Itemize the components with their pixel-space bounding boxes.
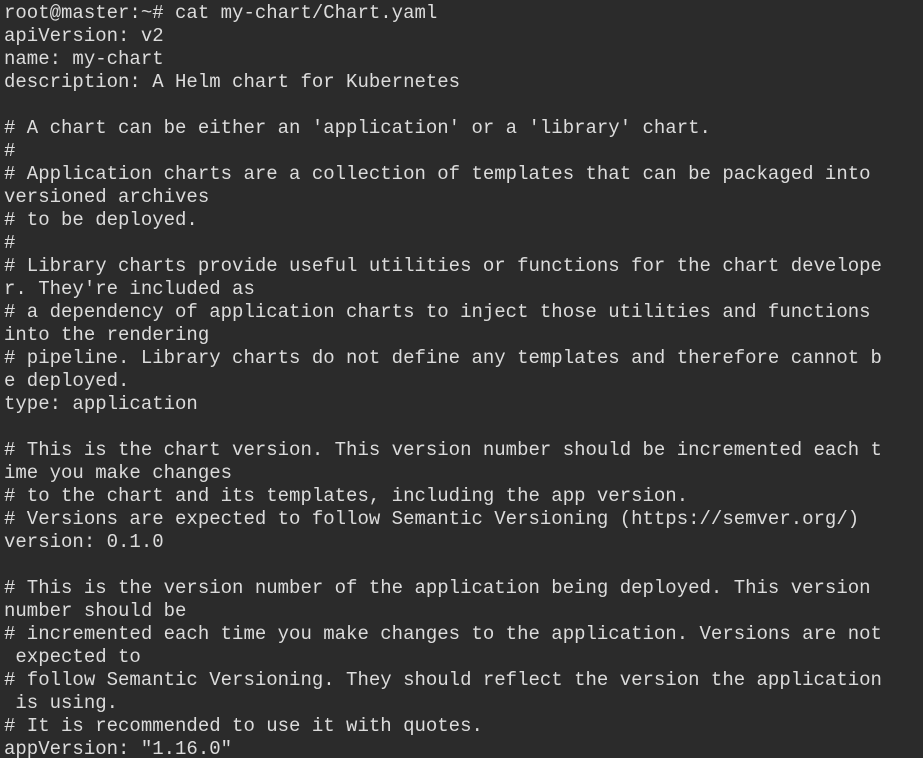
terminal-line: # Versions are expected to follow Semant… [4,508,860,530]
terminal-output: root@master:~# cat my-chart/Chart.yaml ap… [4,2,923,758]
terminal-line: # This is the chart version. This versio… [4,439,882,461]
terminal-line: description: A Helm chart for Kubernetes [4,71,461,93]
terminal-line: apiVersion: v2 [4,25,164,47]
terminal-line: # to the chart and its templates, includ… [4,485,689,507]
terminal-line: into the rendering [4,324,210,346]
terminal-line: appVersion: "1.16.0" [4,738,233,758]
terminal-line: # Library charts provide useful utilitie… [4,255,882,277]
terminal-line: expected to [4,646,141,668]
terminal-line: # A chart can be either an 'application'… [4,117,711,139]
terminal-line: # a dependency of application charts to … [4,301,871,323]
terminal-line: # follow Semantic Versioning. They shoul… [4,669,882,691]
terminal-line: name: my-chart [4,48,164,70]
terminal-line: # to be deployed. [4,209,198,231]
terminal-line: # pipeline. Library charts do not define… [4,347,882,369]
terminal-line: ime you make changes [4,462,233,484]
terminal-line: is using. [4,692,119,714]
terminal-line: # [4,140,16,162]
terminal-line: versioned archives [4,186,210,208]
terminal-line: number should be [4,600,187,622]
terminal-line: e deployed. [4,370,130,392]
terminal-window[interactable]: - - - root@master:~# cat my-chart/Chart.… [0,0,923,758]
terminal-line: # incremented each time you make changes… [4,623,882,645]
command-prompt-line: root@master:~# cat my-chart/Chart.yaml [4,2,438,24]
terminal-line: # It is recommended to use it with quote… [4,715,483,737]
terminal-line: # This is the version number of the appl… [4,577,871,599]
terminal-line: version: 0.1.0 [4,531,164,553]
terminal-line: r. They're included as [4,278,255,300]
terminal-line: type: application [4,393,198,415]
terminal-line: # Application charts are a collection of… [4,163,871,185]
terminal-line: # [4,232,16,254]
